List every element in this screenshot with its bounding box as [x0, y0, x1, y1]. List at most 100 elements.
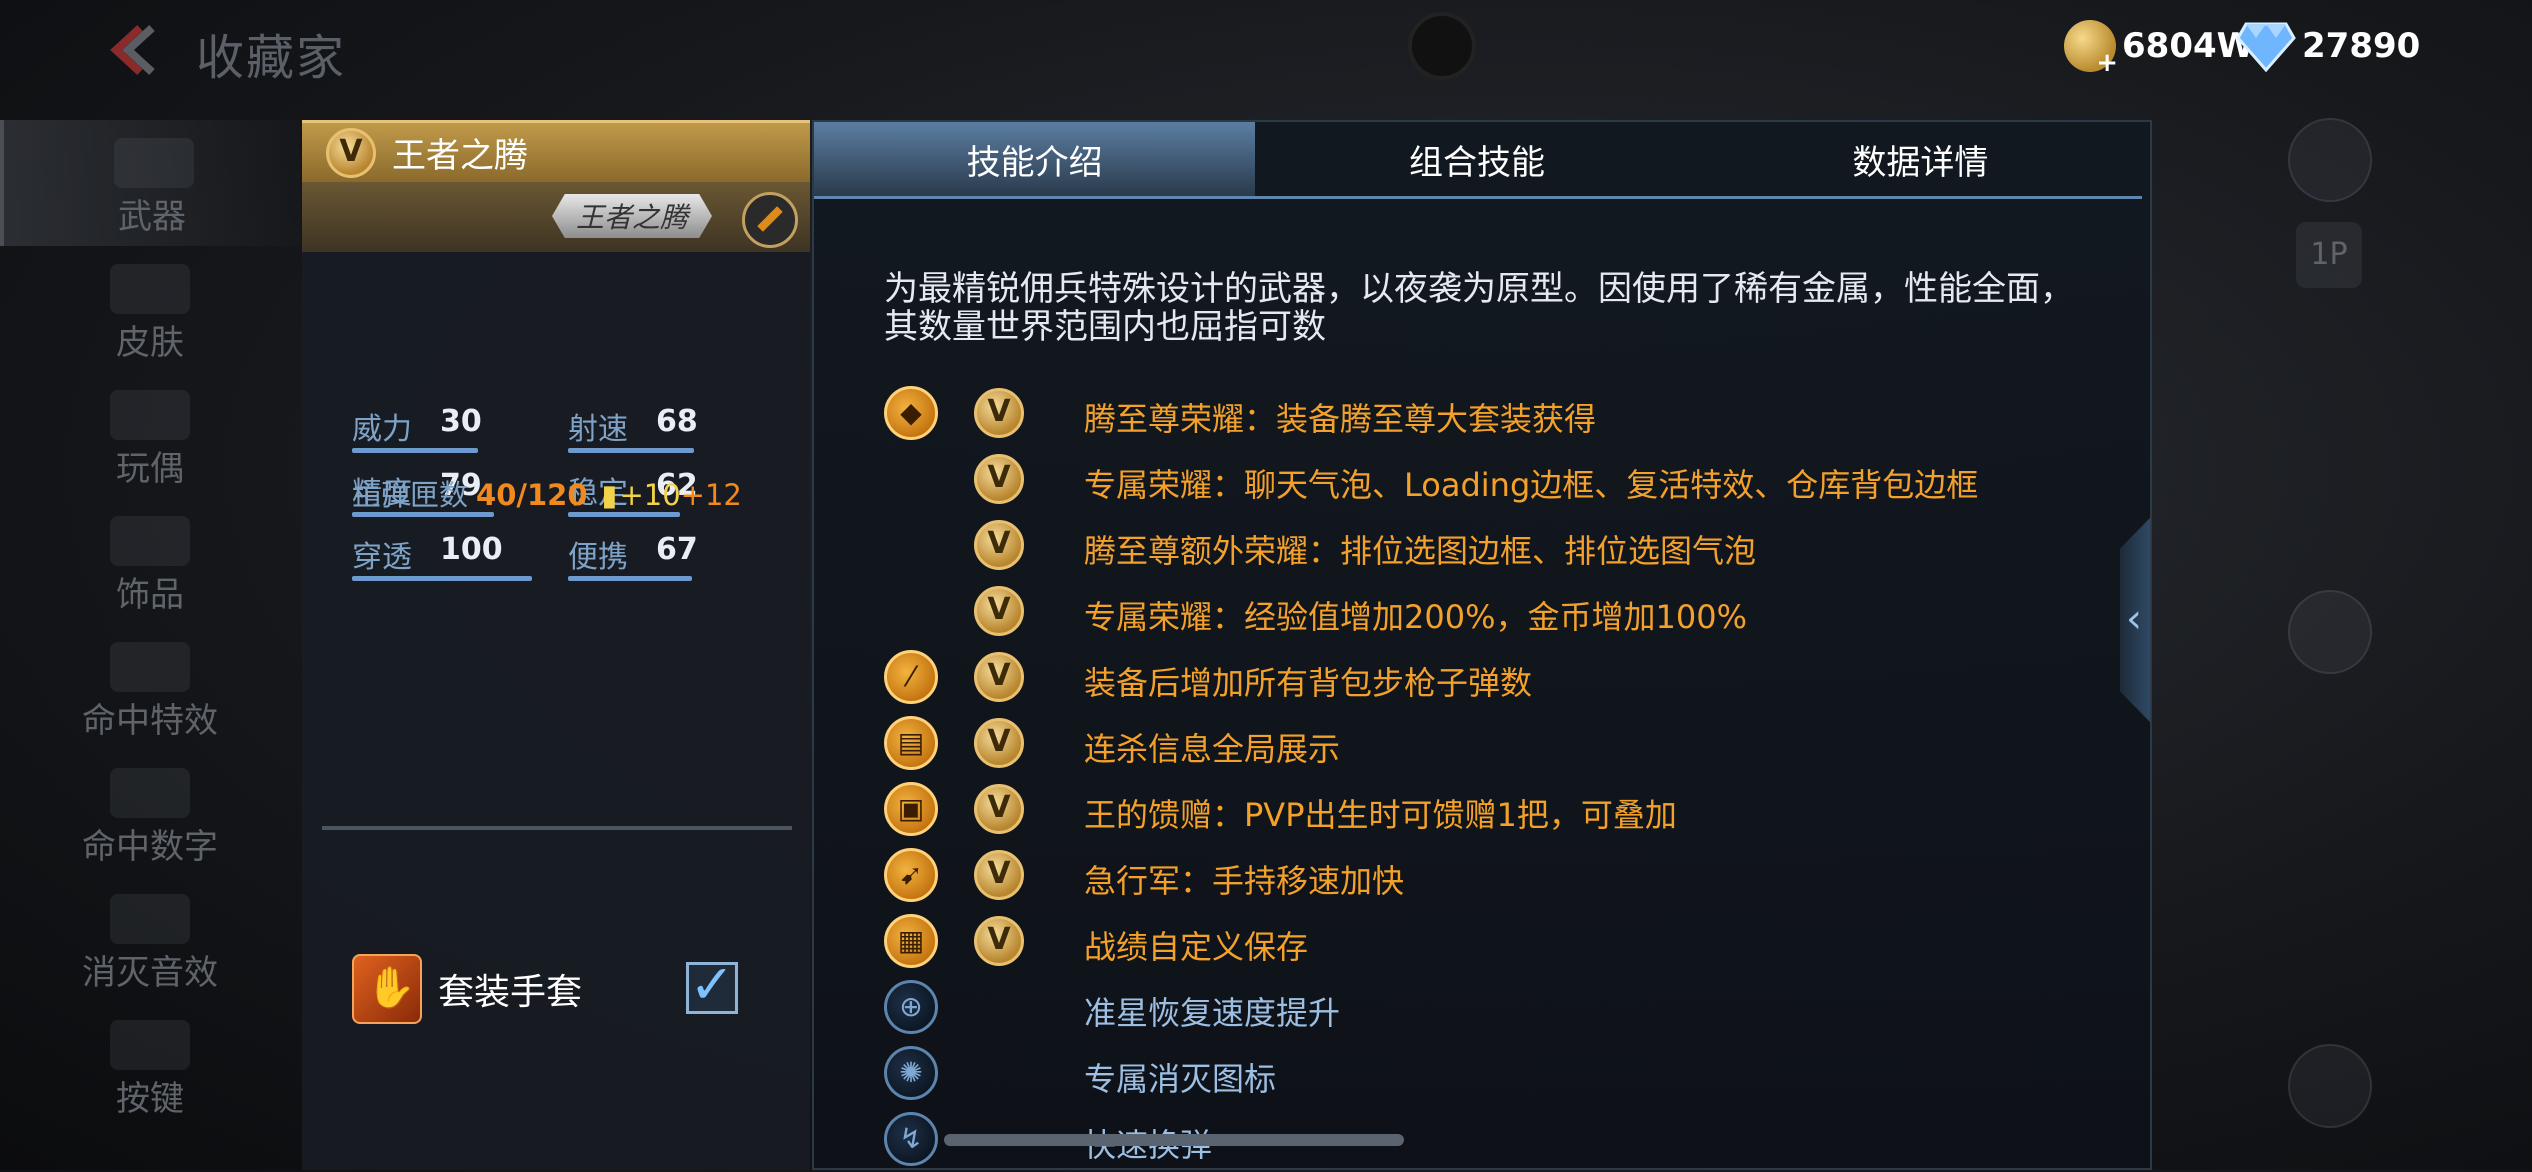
stat-value: 100 — [440, 532, 503, 567]
hit-number-icon — [110, 768, 190, 818]
weapon-header: V 王者之腾 — [302, 120, 810, 182]
skill-text: 专属荣耀：经验值增加200%，金币增加100% — [1084, 598, 1747, 636]
suit-gloves-checkbox[interactable]: ✓ — [686, 958, 738, 1014]
nav-label: 消灭音效 — [82, 953, 218, 993]
record-icon: ▦ — [884, 914, 938, 968]
back-button[interactable] — [100, 20, 160, 80]
gold-balance[interactable]: 6804W — [2064, 18, 2255, 78]
killstreak-icon: ▤ — [884, 716, 938, 770]
page-title: 收藏家 — [196, 30, 347, 86]
skill-row: ◆ V 腾至尊荣耀：装备腾至尊大套装获得 — [884, 386, 2124, 446]
gem-balance[interactable]: 27890 — [2236, 18, 2420, 74]
weapon-name: 王者之腾 — [392, 136, 528, 176]
nav-label: 玩偶 — [116, 449, 184, 489]
skill-row: ⊕ 准星恢复速度提升 — [884, 980, 2124, 1040]
category-sidebar: 武器 皮肤 玩偶 饰品 命中特效 命中数字 消灭音效 按键 — [0, 120, 300, 1128]
nav-item-hit-number[interactable]: 命中数字 — [0, 750, 300, 876]
weapon-name-plate: 王者之腾 — [552, 194, 712, 238]
skin-icon — [110, 264, 190, 314]
kill-sound-icon — [110, 894, 190, 944]
stat-fire-rate: 射速 68 — [568, 404, 768, 453]
skill-row: ⁄ V 装备后增加所有背包步枪子弹数 — [884, 650, 2124, 710]
skill-text: 腾至尊额外荣耀：排位选图边框、排位选图气泡 — [1084, 532, 1757, 570]
chevron-left-icon: ‹ — [2126, 596, 2142, 642]
hit-effect-icon — [110, 642, 190, 692]
nav-item-buttons[interactable]: 按键 — [0, 1002, 300, 1128]
diamond-gem-icon — [2236, 22, 2296, 72]
stat-label: 威力 — [352, 412, 412, 447]
collapse-panel-button[interactable]: ‹ — [2120, 518, 2150, 722]
tab-combo-skills[interactable]: 组合技能 — [1255, 122, 1698, 196]
reload-icon: ↯ — [884, 1112, 938, 1166]
diamond-icon: ◆ — [884, 386, 938, 440]
tab-skill-intro[interactable]: 技能介绍 — [814, 122, 1256, 196]
skill-row: ✺ 专属消灭图标 — [884, 1046, 2124, 1106]
suit-gloves-row[interactable]: 套装手套 ✓ — [352, 954, 762, 1024]
skill-panel: 技能介绍 组合技能 数据详情 为最精锐佣兵特殊设计的武器，以夜袭为原型。因使用了… — [812, 120, 2152, 1170]
v-badge-icon: V — [974, 718, 1024, 768]
skill-row: V 专属荣耀：经验值增加200%，金币增加100% — [884, 584, 2124, 644]
first-person-icon[interactable]: 1P — [2296, 222, 2362, 288]
camera-cutout — [1408, 12, 1476, 80]
tab-data-details[interactable]: 数据详情 — [1699, 122, 2142, 196]
buttons-icon — [110, 1020, 190, 1070]
stat-label: 穿透 — [352, 540, 412, 575]
stat-bar — [568, 448, 694, 453]
rotate-view-icon[interactable] — [2288, 590, 2372, 674]
nav-item-kill-sound[interactable]: 消灭音效 — [0, 876, 300, 1002]
stat-portability: 便携 67 — [568, 532, 768, 581]
nav-item-doll[interactable]: 玩偶 — [0, 372, 300, 498]
back-arrow-icon — [110, 25, 155, 75]
gamepad-icon[interactable] — [2288, 118, 2372, 202]
v-badge-icon: V — [974, 388, 1024, 438]
ammo-value: 40/120 — [476, 478, 588, 512]
nav-item-weapon[interactable]: 武器 — [0, 120, 300, 246]
rifle-icon: ⁄ — [884, 650, 938, 704]
skill-row: ▤ V 连杀信息全局展示 — [884, 716, 2124, 776]
gold-amount: 6804W — [2122, 26, 2255, 66]
weapon-icon — [114, 138, 194, 188]
kill-emblem-icon: ✺ — [884, 1046, 938, 1100]
skill-text: 专属消灭图标 — [1084, 1060, 1277, 1098]
v-badge-icon: V — [974, 916, 1024, 966]
inspect-icon[interactable] — [2288, 1044, 2372, 1128]
skill-text: 急行军：手持移速加快 — [1084, 862, 1405, 900]
v-badge-icon: V — [974, 586, 1024, 636]
nav-label: 饰品 — [116, 575, 184, 615]
gloves-icon — [352, 954, 422, 1024]
v-badge-icon: V — [974, 520, 1024, 570]
stat-bar — [352, 448, 478, 453]
skill-row: V 腾至尊额外荣耀：排位选图边框、排位选图气泡 — [884, 518, 2124, 578]
bullet-icon: ▮ — [601, 478, 618, 512]
stat-value: 67 — [656, 532, 698, 567]
weapon-info-panel: V 王者之腾 王者之腾 威力 30 射速 68 精度 79 稳定 62 穿透 1… — [302, 120, 810, 1170]
stat-value: 30 — [440, 404, 482, 439]
nav-label: 按键 — [116, 1079, 184, 1119]
nav-label: 命中数字 — [82, 827, 218, 867]
nav-label: 皮肤 — [116, 323, 184, 363]
stat-value: 68 — [656, 404, 698, 439]
nav-item-accessory[interactable]: 饰品 — [0, 498, 300, 624]
gold-coin-icon — [2064, 20, 2118, 78]
skill-text: 王的馈赠：PVP出生时可馈赠1把，可叠加 — [1084, 796, 1677, 834]
suit-gloves-label: 套装手套 — [438, 972, 583, 1013]
nav-item-skin[interactable]: 皮肤 — [0, 246, 300, 372]
skill-text: 腾至尊荣耀：装备腾至尊大套装获得 — [1084, 400, 1597, 438]
horizontal-scrollbar[interactable] — [944, 1134, 1404, 1146]
nav-item-hit-effect[interactable]: 命中特效 — [0, 624, 300, 750]
gem-amount: 27890 — [2302, 26, 2421, 66]
skill-row: ▣ V 王的馈赠：PVP出生时可馈赠1把，可叠加 — [884, 782, 2124, 842]
skill-text: 装备后增加所有背包步枪子弹数 — [1084, 664, 1533, 702]
ammo-label: 主弹匣数 — [352, 478, 469, 512]
stat-penetration: 穿透 100 — [352, 532, 552, 581]
ammo-info: 主弹匣数 40/120 ▮+10+12 — [352, 472, 742, 514]
skill-row: V 专属荣耀：聊天气泡、Loading边框、复活特效、仓库背包边框 — [884, 452, 2124, 512]
ammo-bonus-1: +10 — [619, 478, 681, 512]
skill-row: ➹ V 急行军：手持移速加快 — [884, 848, 2124, 908]
skill-text: 准星恢复速度提升 — [1084, 994, 1341, 1032]
crosshair-icon: ⊕ — [884, 980, 938, 1034]
stat-label: 射速 — [568, 412, 628, 447]
nav-label: 命中特效 — [82, 701, 218, 741]
divider — [322, 826, 792, 830]
running-icon: ➹ — [884, 848, 938, 902]
